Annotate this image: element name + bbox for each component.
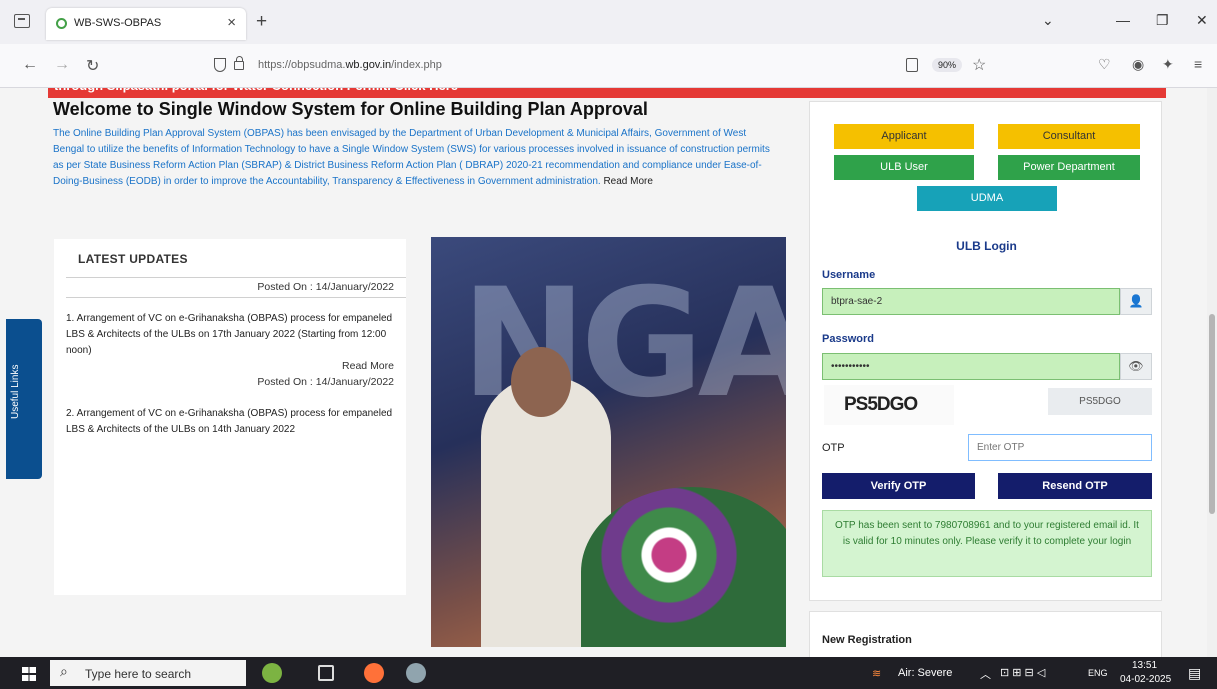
site-favicon-icon bbox=[56, 18, 67, 29]
login-panel: Applicant Consultant ULB User Power Depa… bbox=[809, 101, 1162, 601]
windows-taskbar: ⌕ Type here to search ≋ Air: Severe ︿ ⊡ … bbox=[0, 657, 1217, 689]
menu-icon[interactable]: ≡ bbox=[1194, 56, 1202, 72]
minimize-icon[interactable]: — bbox=[1116, 12, 1130, 28]
tab-list-icon[interactable] bbox=[14, 14, 30, 28]
weather-status[interactable]: Air: Severe bbox=[898, 667, 952, 679]
username-input[interactable]: btpra-sae-2 bbox=[822, 288, 1120, 315]
password-label: Password bbox=[822, 333, 874, 345]
photo-flowers bbox=[581, 487, 786, 647]
browser-tab-bar: WB-SWS-OBPAS × + ⌄ — ❐ ✕ bbox=[0, 0, 1217, 44]
search-icon: ⌕ bbox=[60, 663, 68, 679]
useful-links-tab[interactable]: Useful Links bbox=[6, 319, 42, 479]
language-indicator[interactable]: ENG bbox=[1088, 668, 1108, 678]
divider bbox=[66, 297, 406, 298]
task-view-icon[interactable] bbox=[318, 665, 334, 681]
new-registration-heading[interactable]: New Registration bbox=[822, 634, 912, 646]
new-tab-icon[interactable]: + bbox=[256, 11, 267, 33]
captcha-value-box: PS5DGO bbox=[1048, 388, 1152, 415]
account-icon[interactable]: ◉ bbox=[1132, 56, 1144, 73]
chief-minister-photo: NGA bbox=[431, 237, 786, 647]
restore-icon[interactable]: ❐ bbox=[1156, 12, 1169, 29]
udma-button[interactable]: UDMA bbox=[917, 186, 1057, 211]
update-posted-date: Posted On : 14/January/2022 bbox=[257, 376, 394, 388]
tab-title: WB-SWS-OBPAS bbox=[74, 17, 162, 29]
otp-input[interactable] bbox=[968, 434, 1152, 461]
pocket-icon[interactable]: ♡ bbox=[1098, 56, 1111, 73]
clock-time[interactable]: 13:51 bbox=[1132, 660, 1157, 671]
firefox-icon[interactable] bbox=[364, 663, 384, 683]
weather-app-icon[interactable] bbox=[262, 663, 282, 683]
scrollbar-thumb[interactable] bbox=[1209, 314, 1215, 514]
shield-icon[interactable] bbox=[214, 58, 226, 72]
new-registration-panel: New Registration bbox=[809, 611, 1162, 657]
notifications-icon[interactable]: ▤ bbox=[1188, 665, 1201, 682]
paint-app-icon[interactable] bbox=[406, 663, 426, 683]
password-input[interactable]: ••••••••••• bbox=[822, 353, 1120, 380]
page-scrollbar[interactable] bbox=[1207, 88, 1217, 657]
applicant-button[interactable]: Applicant bbox=[834, 124, 974, 149]
air-quality-icon: ≋ bbox=[872, 668, 882, 680]
clock-date[interactable]: 04-02-2025 bbox=[1120, 674, 1171, 685]
taskbar-search-box[interactable]: ⌕ Type here to search bbox=[50, 660, 246, 686]
back-icon[interactable]: ← bbox=[22, 56, 38, 74]
photo-head bbox=[511, 347, 571, 417]
update-posted-date: Posted On : 14/January/2022 bbox=[257, 281, 394, 293]
divider bbox=[66, 277, 406, 278]
announcement-marquee[interactable]: through Silpasathi portal for Water Conn… bbox=[48, 88, 1166, 98]
chevron-down-icon[interactable]: ⌄ bbox=[1042, 12, 1054, 29]
tray-icons[interactable]: ⊡ ⊞ ⊟ ◁ bbox=[1000, 666, 1045, 679]
power-department-button[interactable]: Power Department bbox=[998, 155, 1140, 180]
intro-read-more-link[interactable]: Read More bbox=[603, 176, 652, 187]
bookmark-star-icon[interactable]: ☆ bbox=[972, 55, 986, 75]
reload-icon[interactable]: ↻ bbox=[86, 56, 99, 76]
resend-otp-button[interactable]: Resend OTP bbox=[998, 473, 1152, 499]
otp-label: OTP bbox=[822, 442, 845, 454]
update-read-more-link[interactable]: Read More bbox=[342, 360, 394, 372]
latest-updates-panel: LATEST UPDATES Posted On : 14/January/20… bbox=[54, 239, 406, 595]
ulb-user-button[interactable]: ULB User bbox=[834, 155, 974, 180]
tab-close-icon[interactable]: × bbox=[227, 14, 236, 31]
windows-start-icon[interactable] bbox=[22, 667, 36, 681]
welcome-title: Welcome to Single Window System for Onli… bbox=[53, 99, 648, 119]
address-bar[interactable]: https://obpsudma.wb.gov.in/index.php 90%… bbox=[206, 52, 986, 80]
latest-updates-heading: LATEST UPDATES bbox=[78, 252, 188, 266]
extensions-icon[interactable]: ✦ bbox=[1162, 56, 1174, 73]
browser-nav-bar: ← → ↻ https://obpsudma.wb.gov.in/index.p… bbox=[0, 44, 1217, 88]
search-placeholder: Type here to search bbox=[85, 667, 192, 681]
captcha-image: PS5DGO bbox=[824, 385, 954, 425]
consultant-button[interactable]: Consultant bbox=[998, 124, 1140, 149]
login-heading: ULB Login bbox=[956, 239, 1017, 253]
tray-chevron-up-icon[interactable]: ︿ bbox=[980, 666, 991, 682]
lock-icon[interactable] bbox=[234, 56, 244, 70]
reader-view-icon[interactable] bbox=[906, 58, 918, 72]
user-icon: 👤 bbox=[1120, 288, 1152, 315]
show-password-icon[interactable]: 👁 bbox=[1120, 353, 1152, 380]
username-label: Username bbox=[822, 269, 876, 281]
verify-otp-button[interactable]: Verify OTP bbox=[822, 473, 975, 499]
update-item: 2. Arrangement of VC on e-Grihanaksha (O… bbox=[66, 408, 393, 435]
forward-icon[interactable]: → bbox=[54, 56, 70, 74]
useful-links-label: Useful Links bbox=[10, 364, 21, 419]
update-item: 1. Arrangement of VC on e-Grihanaksha (O… bbox=[66, 313, 393, 356]
intro-text: The Online Building Plan Approval System… bbox=[53, 128, 770, 187]
page-content: through Silpasathi portal for Water Conn… bbox=[0, 88, 1217, 657]
close-window-icon[interactable]: ✕ bbox=[1196, 12, 1208, 29]
browser-tab[interactable]: WB-SWS-OBPAS × bbox=[46, 8, 246, 40]
zoom-level-badge[interactable]: 90% bbox=[932, 58, 963, 72]
otp-sent-message: OTP has been sent to 7980708961 and to y… bbox=[822, 510, 1152, 577]
url-text[interactable]: https://obpsudma.wb.gov.in/index.php bbox=[258, 59, 442, 71]
